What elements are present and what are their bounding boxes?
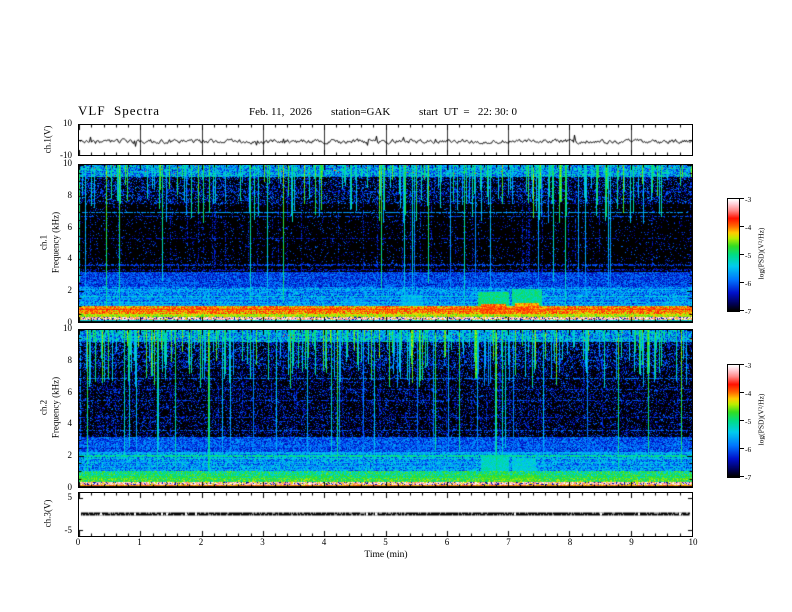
colorbar-tick-label: -7 <box>745 472 752 482</box>
colorbar-tick-label: -6 <box>745 278 752 288</box>
panel-ch1-spectrogram <box>78 164 693 323</box>
time-axis-label: Time (min) <box>364 550 408 560</box>
x-tick-label: 8 <box>567 537 573 547</box>
ch3-waveform-plot <box>79 493 692 536</box>
vlf-spectra-plot-window: VLF Spectra Feb. 11, 2026 station=GAK st… <box>0 0 792 612</box>
plot-title: VLF Spectra <box>78 103 161 118</box>
x-tick-label: 3 <box>260 537 265 547</box>
plot-date: Feb. 11, 2026 <box>249 106 312 118</box>
colorbar-ch2 <box>727 364 740 478</box>
station-label: station=GAK <box>331 106 391 118</box>
colorbar-tick-mark <box>739 198 744 199</box>
panel-ch2-spectrogram <box>78 329 693 488</box>
x-tick-label: 0 <box>75 537 81 547</box>
colorbar-tick-mark <box>739 364 744 365</box>
colorbar-tick-label: -4 <box>745 222 752 232</box>
colorbar-tick-label: -5 <box>745 250 752 260</box>
colorbar-tick-mark <box>739 448 744 449</box>
ch2-spectrogram-image <box>79 330 692 487</box>
y-tick-label: 2 <box>67 285 73 296</box>
y-tick-label: 10 <box>63 323 72 333</box>
colorbar-tick-label: -5 <box>745 416 752 426</box>
y-tick-label: 4 <box>67 418 73 429</box>
y-tick-label: 2 <box>67 450 73 461</box>
x-tick-label: 5 <box>383 537 388 547</box>
colorbar-ch1-gradient <box>728 199 739 311</box>
y-tick-label: -5 <box>64 525 73 535</box>
ch1-waveform-plot <box>79 125 692 155</box>
x-tick-label: 1 <box>137 537 142 547</box>
y-tick-label: 6 <box>67 221 73 232</box>
ch2-frequency-axis-label: Frequency (kHz) <box>50 376 61 439</box>
x-tick-label: 7 <box>506 537 511 547</box>
y-tick-label: 8 <box>67 354 73 365</box>
y-tick-label: 5 <box>67 492 73 502</box>
x-tick-label: 2 <box>198 537 204 547</box>
panel-ch1-waveform <box>78 124 693 156</box>
colorbar-tick-label: -7 <box>745 306 752 316</box>
colorbar-ch2-gradient <box>728 365 739 477</box>
colorbar-tick-mark <box>739 392 744 393</box>
y-tick-label: 10 <box>63 158 72 168</box>
colorbar-ch1 <box>727 198 740 312</box>
x-tick-label: 6 <box>444 537 450 547</box>
colorbar-tick-mark <box>739 310 744 311</box>
x-tick-label: 9 <box>629 537 634 547</box>
colorbar-tick-label: -6 <box>745 444 752 454</box>
colorbar-tick-mark <box>739 282 744 283</box>
colorbar-tick-mark <box>739 476 744 477</box>
colorbar-tick-mark <box>739 226 744 227</box>
y-tick-label: 8 <box>67 189 73 200</box>
start-ut-label: start UT = 22: 30: 0 <box>419 106 517 118</box>
x-tick-label: 4 <box>321 537 327 547</box>
colorbar-tick-label: -3 <box>745 360 752 370</box>
colorbar-tick-mark <box>739 420 744 421</box>
ch1-spectrogram-image <box>79 165 692 322</box>
y-tick-label: 10 <box>63 118 72 128</box>
panel-ch3-waveform <box>78 492 693 537</box>
colorbar-tick-mark <box>739 254 744 255</box>
y-tick-label: 6 <box>67 386 73 397</box>
colorbar-tick-label: -3 <box>745 194 752 204</box>
ch1-frequency-axis-label: Frequency (kHz) <box>50 211 61 274</box>
colorbar-tick-label: -4 <box>745 388 752 398</box>
x-tick-label: 10 <box>688 537 698 547</box>
y-tick-label: 4 <box>67 253 73 264</box>
